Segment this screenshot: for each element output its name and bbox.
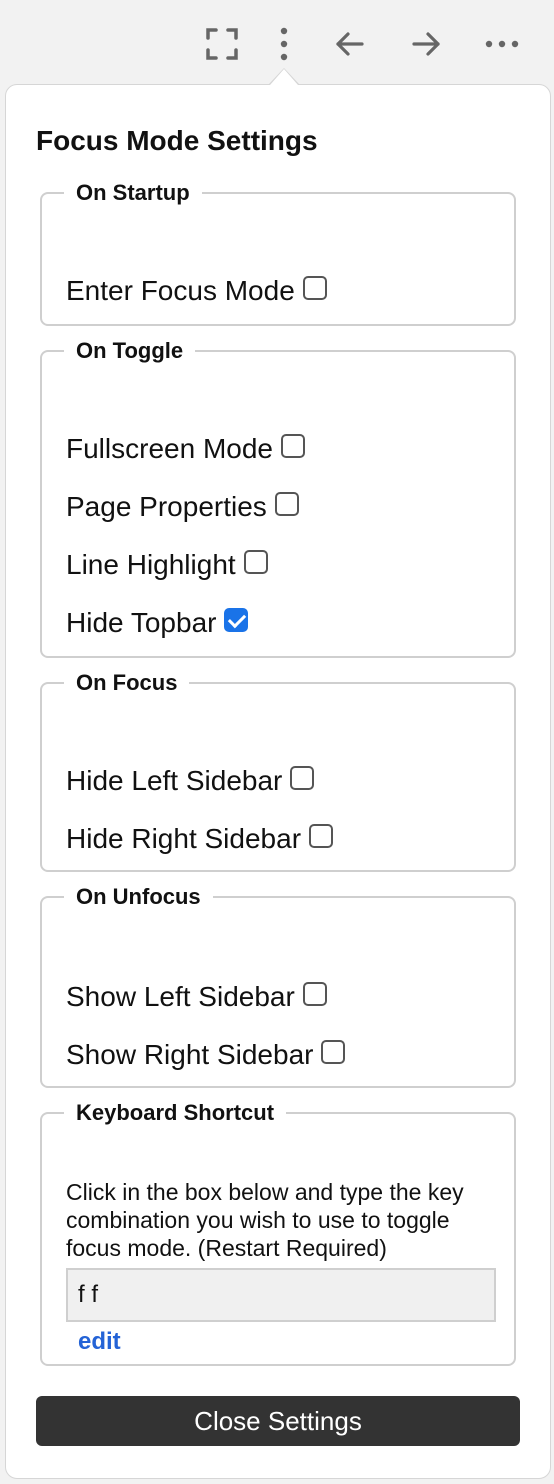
shortcut-description: Click in the box below and type the key … (66, 1179, 464, 1261)
group-on-toggle: On Toggle Fullscreen Mode Page Propertie… (40, 338, 516, 658)
group-keyboard-shortcut: Keyboard Shortcut Click in the box below… (40, 1100, 516, 1366)
option-label: Hide Right Sidebar (66, 823, 302, 854)
close-settings-button[interactable]: Close Settings (36, 1396, 520, 1446)
edit-shortcut-link[interactable]: edit (78, 1328, 121, 1356)
option-show-left-sidebar[interactable]: Show Left Sidebar (66, 980, 327, 1014)
checkbox[interactable] (280, 434, 305, 458)
option-enter-focus-mode[interactable]: Enter Focus Mode (66, 274, 327, 308)
back-arrow-icon[interactable] (328, 22, 372, 66)
option-show-right-sidebar[interactable]: Show Right Sidebar (66, 1038, 346, 1072)
checkbox[interactable] (309, 824, 334, 848)
checkbox[interactable] (243, 550, 268, 574)
vertical-ellipsis-icon[interactable] (262, 22, 306, 66)
option-label: Line Highlight (66, 549, 236, 580)
group-legend: On Unfocus (76, 884, 201, 909)
checkbox[interactable] (321, 1040, 346, 1064)
group-legend: On Focus (76, 670, 178, 695)
checkbox[interactable] (302, 982, 327, 1006)
group-legend: Keyboard Shortcut (76, 1100, 275, 1125)
panel-title: Focus Mode Settings (36, 125, 318, 156)
checkbox[interactable] (274, 492, 299, 516)
option-hide-left-sidebar[interactable]: Hide Left Sidebar (66, 764, 315, 798)
option-label: Show Left Sidebar (66, 981, 295, 1012)
group-legend: On Toggle (76, 338, 184, 363)
fullscreen-icon[interactable] (200, 22, 244, 66)
group-legend: On Startup (76, 180, 190, 205)
group-on-startup: On Startup Enter Focus Mode (40, 180, 516, 326)
checkbox[interactable] (224, 608, 249, 632)
shortcut-input[interactable]: f f (66, 1268, 496, 1322)
option-label: Hide Topbar (66, 607, 217, 638)
option-fullscreen-mode[interactable]: Fullscreen Mode (66, 432, 305, 466)
checkbox[interactable] (302, 276, 327, 300)
option-label: Enter Focus Mode (66, 275, 295, 306)
option-label: Fullscreen Mode (66, 433, 273, 464)
horizontal-ellipsis-icon[interactable] (480, 22, 524, 66)
checkbox[interactable] (290, 766, 315, 790)
group-on-focus: On Focus Hide Left Sidebar Hide Right Si… (40, 670, 516, 872)
option-hide-right-sidebar[interactable]: Hide Right Sidebar (66, 822, 334, 856)
option-hide-topbar[interactable]: Hide Topbar (66, 606, 249, 640)
option-page-properties[interactable]: Page Properties (66, 490, 299, 524)
group-on-unfocus: On Unfocus Show Left Sidebar Show Right … (40, 884, 516, 1088)
option-label: Page Properties (66, 491, 267, 522)
option-label: Show Right Sidebar (66, 1039, 314, 1070)
forward-arrow-icon[interactable] (404, 22, 448, 66)
popover-caret (270, 69, 298, 85)
option-label: Hide Left Sidebar (66, 765, 283, 796)
option-line-highlight[interactable]: Line Highlight (66, 548, 268, 582)
